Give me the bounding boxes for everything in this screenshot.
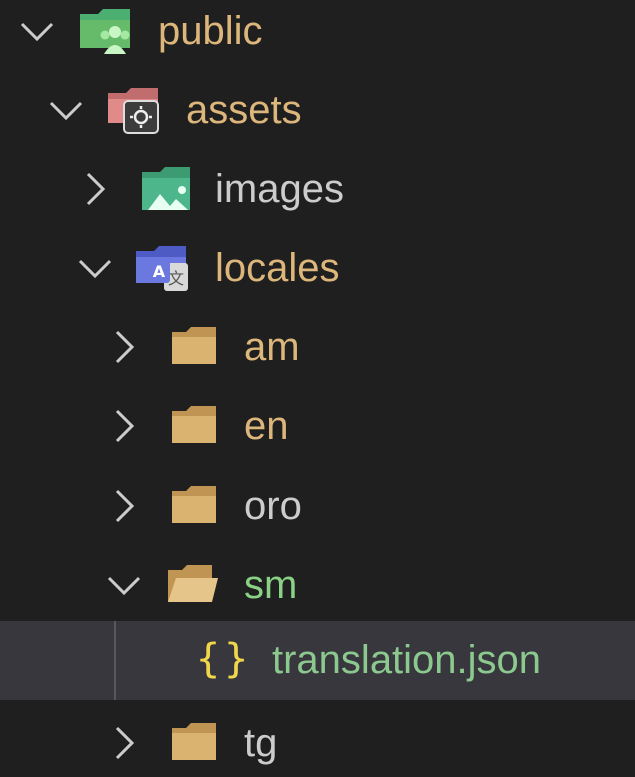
folder-icon <box>172 486 216 523</box>
tree-item-assets[interactable]: assets <box>0 71 635 150</box>
svg-text:文: 文 <box>168 269 184 288</box>
chevron-right-icon[interactable] <box>103 326 145 368</box>
folder-icon <box>172 723 216 760</box>
tree-item-label: sm <box>244 563 298 607</box>
tree-item-label: public <box>158 9 263 53</box>
file-explorer-tree: public assets images 文 A locales am en o… <box>0 0 635 777</box>
svg-text:A: A <box>153 262 166 281</box>
chevron-right-icon[interactable] <box>103 485 145 527</box>
tree-item-am[interactable]: am <box>0 308 635 387</box>
folder-images-icon <box>142 167 190 210</box>
chevron-down-icon[interactable] <box>45 89 87 131</box>
chevron-down-icon[interactable] <box>16 10 58 52</box>
tree-item-oro[interactable]: oro <box>0 467 635 546</box>
tree-item-label: am <box>244 325 300 369</box>
folder-icon <box>172 406 216 443</box>
tree-item-label: en <box>244 404 289 448</box>
chevron-down-icon[interactable] <box>103 564 145 606</box>
tree-item-public[interactable]: public <box>0 0 635 71</box>
tree-item-translation-json[interactable]: {} translation.json <box>0 621 635 700</box>
tree-item-en[interactable]: en <box>0 387 635 466</box>
folder-icon <box>172 327 216 364</box>
chevron-right-icon[interactable] <box>74 168 116 210</box>
indent-guide <box>114 621 116 700</box>
tree-item-label: tg <box>244 721 278 765</box>
tree-item-label: translation.json <box>272 638 542 682</box>
folder-locales-icon: 文 A <box>136 246 188 291</box>
tree-item-tg[interactable]: tg <box>0 704 635 777</box>
tree-item-label: images <box>215 167 344 211</box>
tree-item-label: oro <box>244 484 302 528</box>
tree-item-locales[interactable]: 文 A locales <box>0 229 635 308</box>
chevron-right-icon[interactable] <box>103 722 145 764</box>
tree-item-images[interactable]: images <box>0 150 635 229</box>
chevron-down-icon[interactable] <box>74 247 116 289</box>
folder-open-icon <box>168 565 218 602</box>
folder-assets-icon <box>108 88 159 134</box>
json-braces-icon: {} <box>196 636 253 682</box>
folder-public-icon <box>80 9 130 54</box>
tree-item-label: assets <box>186 88 302 132</box>
tree-item-sm[interactable]: sm <box>0 546 635 625</box>
chevron-right-icon[interactable] <box>103 405 145 447</box>
tree-item-label: locales <box>215 246 340 290</box>
